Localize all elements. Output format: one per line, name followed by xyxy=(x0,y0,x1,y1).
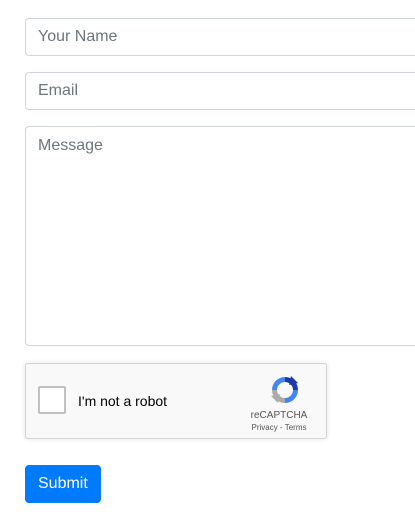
recaptcha-brand: reCAPTCHA xyxy=(250,410,308,421)
recaptcha-checkbox[interactable] xyxy=(38,386,66,414)
privacy-link[interactable]: Privacy xyxy=(252,423,278,432)
contact-form: I'm not a robot reCAPTCHA Privacy - Term… xyxy=(0,0,415,523)
recaptcha-links: Privacy - Terms xyxy=(244,423,314,432)
recaptcha-logo-icon xyxy=(271,376,298,403)
message-textarea[interactable] xyxy=(25,126,415,346)
links-separator: - xyxy=(277,423,285,432)
recaptcha-widget: I'm not a robot reCAPTCHA Privacy - Term… xyxy=(25,363,327,439)
submit-button[interactable]: Submit xyxy=(25,465,101,503)
recaptcha-label: I'm not a robot xyxy=(78,393,168,409)
email-input[interactable] xyxy=(25,72,415,110)
terms-link[interactable]: Terms xyxy=(285,423,307,432)
name-input[interactable] xyxy=(25,18,415,56)
